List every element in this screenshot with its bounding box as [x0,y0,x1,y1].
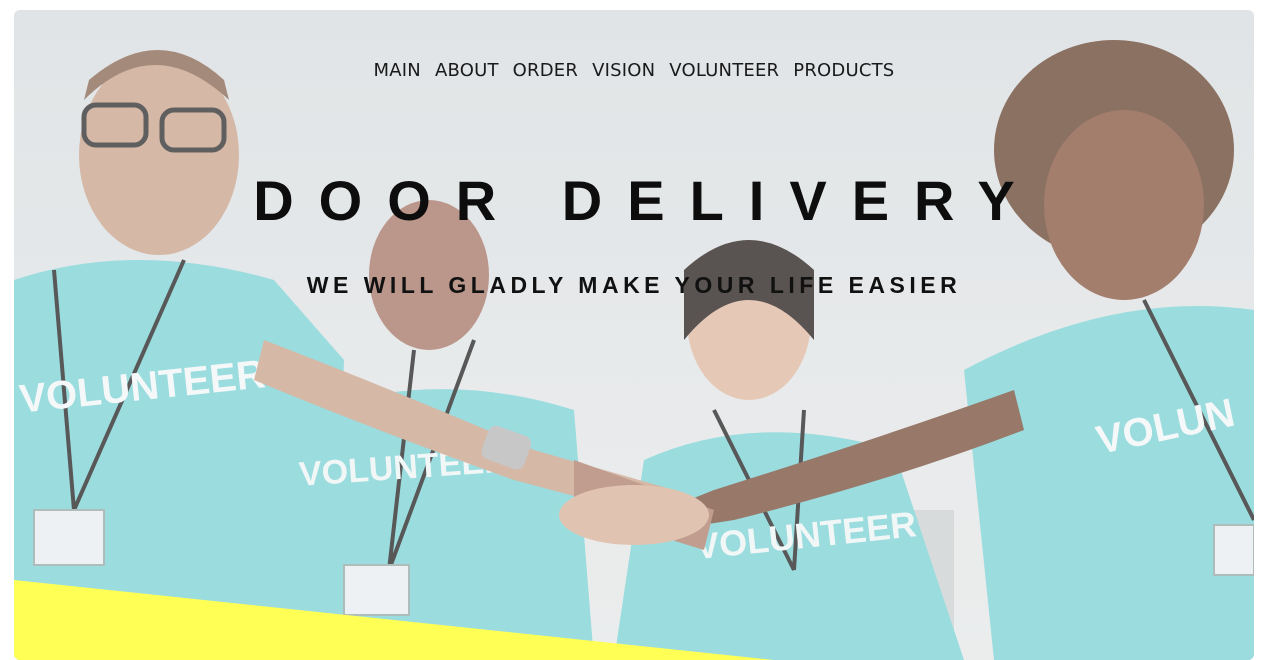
main-nav: MAIN ABOUT ORDER VISION VOLUNTEER PRODUC… [14,60,1254,81]
hero-overlay [14,10,1254,660]
nav-item-products[interactable]: PRODUCTS [793,60,894,81]
nav-item-order[interactable]: ORDER [513,60,578,81]
hero-subtitle: WE WILL GLADLY MAKE YOUR LIFE EASIER [306,272,962,298]
nav-item-vision[interactable]: VISION [592,60,655,81]
nav-item-volunteer[interactable]: VOLUNTEER [669,60,779,81]
hero-section: VOLUNTEER VOLUNTEER VOLUNTEER VOLUN MAIN… [14,10,1254,660]
nav-item-main[interactable]: MAIN [374,60,421,81]
accent-stripe [14,580,1254,660]
hero-title: DOOR DELIVERY [253,169,1040,232]
nav-item-about[interactable]: ABOUT [435,60,499,81]
page: VOLUNTEER VOLUNTEER VOLUNTEER VOLUN MAIN… [0,0,1263,660]
